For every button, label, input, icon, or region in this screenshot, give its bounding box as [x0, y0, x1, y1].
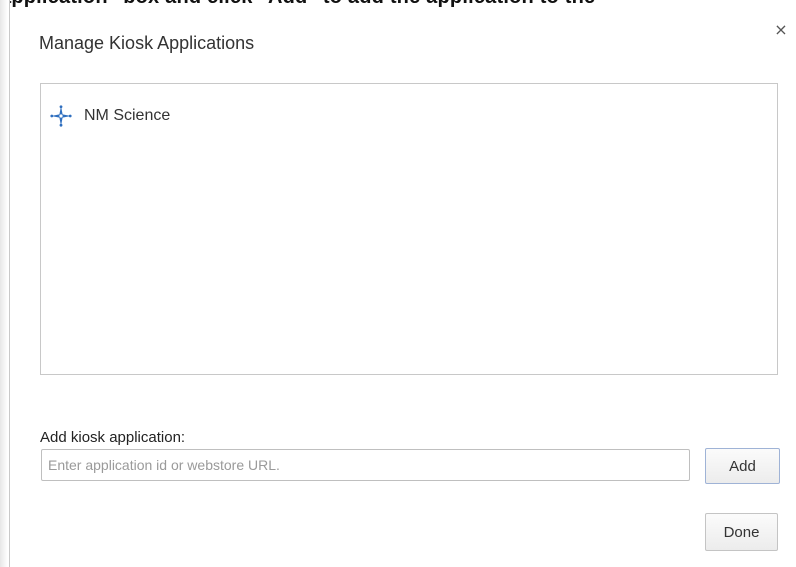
list-item[interactable]: NM Science [49, 104, 170, 128]
done-button[interactable]: Done [705, 513, 778, 551]
kiosk-app-list: NM Science [40, 83, 778, 375]
add-button[interactable]: Add [705, 448, 780, 484]
manage-kiosk-applications-dialog: Manage Kiosk Applications × NM Science A… [10, 8, 796, 567]
app-name: NM Science [84, 107, 171, 124]
dialog-title: Manage Kiosk Applications [39, 33, 255, 53]
add-kiosk-application-label: Add kiosk application: [40, 429, 186, 446]
close-icon[interactable]: × [773, 22, 789, 38]
app-star-icon [49, 104, 73, 128]
app-id-input[interactable] [41, 449, 690, 481]
background-page-edge [0, 0, 10, 567]
screen: application" box and click "Add" to add … [0, 0, 796, 567]
